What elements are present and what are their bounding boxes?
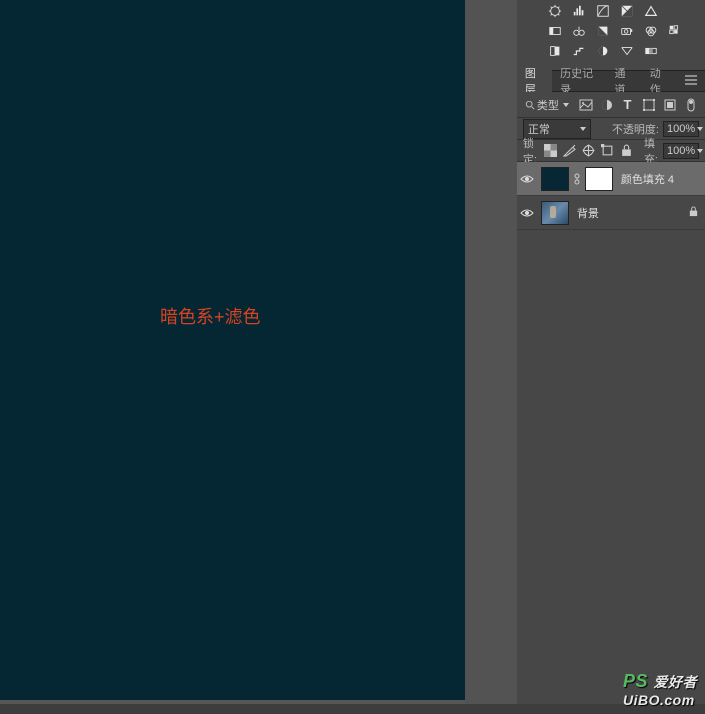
opacity-input[interactable]: 100%	[663, 121, 699, 137]
filter-shape-icon[interactable]	[640, 96, 657, 113]
selective-color-icon[interactable]	[619, 44, 635, 58]
lock-all-icon[interactable]	[620, 144, 634, 158]
canvas-annotation: 暗色系+滤色	[160, 303, 261, 329]
chevron-down-icon	[697, 127, 703, 131]
canvas-fill-layer	[0, 0, 465, 704]
fill-input[interactable]: 100%	[663, 143, 699, 159]
opacity-value: 100%	[667, 123, 695, 135]
visibility-toggle[interactable]	[517, 208, 537, 218]
brightness-contrast-icon[interactable]	[547, 4, 563, 18]
color-lookup-icon[interactable]	[667, 24, 683, 38]
filter-pixel-icon[interactable]	[577, 96, 594, 113]
layer-row[interactable]: 颜色填充 4	[517, 162, 705, 196]
lock-transparency-icon[interactable]	[544, 144, 558, 158]
layer-filter-row: 类型 T	[517, 92, 705, 118]
fill-value: 100%	[667, 145, 695, 157]
adjustment-row-3	[523, 44, 699, 58]
lock-buttons	[544, 144, 634, 158]
panel-gap	[465, 0, 517, 704]
layers-list: 颜色填充 4 背景	[517, 162, 705, 704]
chevron-down-icon	[580, 127, 586, 131]
filter-type-icon[interactable]: T	[619, 96, 636, 113]
filter-toggle-icon[interactable]	[682, 96, 699, 113]
invert-icon[interactable]	[547, 44, 563, 58]
adjustment-row-2	[523, 24, 699, 38]
lock-pixels-icon[interactable]	[563, 144, 577, 158]
lock-indicator-icon	[688, 206, 699, 220]
layer-thumbnail[interactable]	[541, 201, 569, 225]
channel-mixer-icon[interactable]	[643, 24, 659, 38]
canvas-area[interactable]: 暗色系+滤色	[0, 0, 465, 704]
vibrance-icon[interactable]	[643, 4, 659, 18]
photo-filter-icon[interactable]	[619, 24, 635, 38]
filter-type-buttons: T	[577, 96, 699, 113]
layer-kind-label: 类型	[537, 97, 559, 113]
panel-menu-icon[interactable]	[677, 75, 705, 88]
canvas-border	[0, 700, 465, 704]
right-panel: 图层 历史记录 通道 动作 类型 T	[517, 0, 705, 704]
threshold-icon[interactable]	[595, 44, 611, 58]
gradient-map-icon[interactable]	[643, 44, 659, 58]
layer-row[interactable]: 背景	[517, 196, 705, 230]
layer-thumbnail[interactable]	[541, 167, 569, 191]
layer-name[interactable]: 背景	[577, 205, 599, 221]
posterize-icon[interactable]	[571, 44, 587, 58]
blend-opacity-row: 正常 不透明度: 100%	[517, 118, 705, 140]
lock-artboard-icon[interactable]	[601, 144, 615, 158]
visibility-toggle[interactable]	[517, 174, 537, 184]
layer-mask-thumbnail[interactable]	[585, 167, 613, 191]
chevron-down-icon	[563, 103, 569, 107]
filter-adjustment-icon[interactable]	[598, 96, 615, 113]
layer-kind-filter[interactable]: 类型	[523, 96, 571, 114]
filter-smart-icon[interactable]	[661, 96, 678, 113]
exposure-icon[interactable]	[619, 4, 635, 18]
hue-sat-icon[interactable]	[547, 24, 563, 38]
bw-icon[interactable]	[595, 24, 611, 38]
adjustment-row-1	[523, 4, 699, 18]
curves-icon[interactable]	[595, 4, 611, 18]
lock-position-icon[interactable]	[582, 144, 596, 158]
layer-name[interactable]: 颜色填充 4	[621, 171, 674, 187]
color-balance-icon[interactable]	[571, 24, 587, 38]
mask-link-icon[interactable]	[573, 173, 581, 185]
levels-icon[interactable]	[571, 4, 587, 18]
lock-fill-row: 锁定: 填充: 100%	[517, 140, 705, 162]
panel-tabs: 图层 历史记录 通道 动作	[517, 70, 705, 92]
adjustment-presets	[517, 0, 705, 70]
chevron-down-icon	[697, 149, 703, 153]
